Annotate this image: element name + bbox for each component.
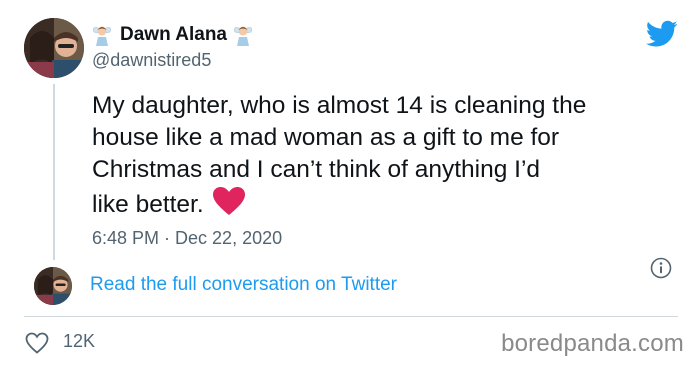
tweet-body: My daughter, who is almost 14 is cleanin… (92, 92, 587, 218)
display-name[interactable]: Dawn Alana (120, 24, 227, 46)
user-handle[interactable]: @dawnistired5 (92, 50, 211, 71)
heart-outline-icon[interactable] (25, 332, 49, 354)
read-conversation-link[interactable]: Read the full conversation on Twitter (90, 274, 397, 296)
red-heart-emoji-icon (212, 187, 245, 215)
tweet-text: My daughter, who is almost 14 is cleanin… (92, 90, 682, 221)
reply-avatar[interactable] (34, 267, 72, 305)
tweet-timestamp[interactable]: 6:48 PM · Dec 22, 2020 (92, 228, 282, 249)
tweet-card: Dawn Alana @dawnistired5 My daughter, wh… (0, 0, 700, 369)
author-row: Dawn Alana (92, 22, 253, 48)
fairy-emoji-icon (234, 26, 252, 46)
divider (24, 316, 678, 317)
thread-line (53, 84, 55, 260)
twitter-bird-icon[interactable] (646, 20, 678, 48)
fairy-emoji-icon (93, 26, 111, 46)
avatar[interactable] (24, 18, 84, 78)
info-icon[interactable] (650, 257, 672, 279)
like-count: 12K (63, 331, 96, 351)
watermark: boredpanda.com (501, 330, 684, 357)
